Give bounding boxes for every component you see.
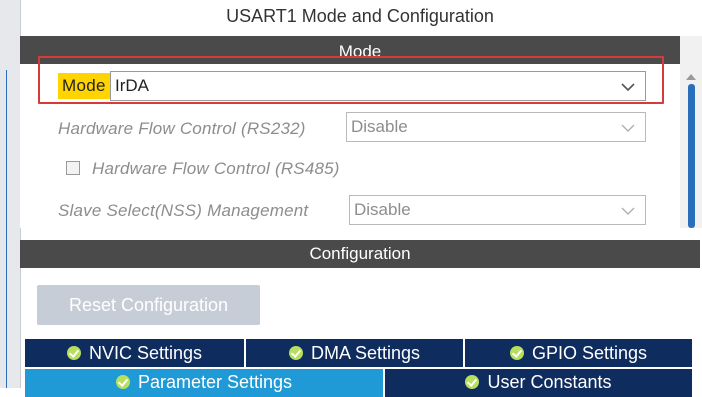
- slave-select-label: Slave Select(NSS) Management: [58, 201, 309, 220]
- check-circle-icon: [66, 346, 81, 360]
- left-panel-edge: [0, 0, 21, 388]
- hw-flow-rs232-value: Disable: [351, 117, 408, 136]
- mode-select-value: IrDA: [115, 76, 149, 95]
- chevron-down-icon[interactable]: [621, 80, 635, 94]
- check-circle-icon: [509, 346, 524, 360]
- mode-panel-scrollbar[interactable]: [680, 36, 702, 228]
- mode-label: Mode: [58, 73, 110, 99]
- hw-flow-rs485-checkbox[interactable]: [66, 161, 80, 175]
- tab-label: DMA Settings: [310, 343, 421, 363]
- tab-label: User Constants: [487, 372, 612, 392]
- tab-label: NVIC Settings: [88, 343, 203, 363]
- hw-flow-rs232-select[interactable]: Disable: [346, 112, 646, 142]
- tab-label: GPIO Settings: [531, 343, 648, 363]
- tab-dma-settings[interactable]: DMA Settings: [246, 339, 463, 367]
- configuration-section-header: Configuration: [20, 240, 700, 268]
- mode-row: Mode IrDA: [58, 70, 646, 102]
- check-circle-icon: [288, 346, 303, 360]
- tab-label: Parameter Settings: [137, 372, 293, 392]
- mode-select[interactable]: IrDA: [110, 71, 646, 101]
- slave-select-value: Disable: [354, 200, 411, 219]
- reset-configuration-button[interactable]: Reset Configuration: [37, 285, 260, 325]
- left-panel-accent-line: [6, 70, 7, 388]
- tab-gpio-settings[interactable]: GPIO Settings: [465, 339, 692, 367]
- hw-flow-rs232-label: Hardware Flow Control (RS232): [58, 119, 306, 138]
- chevron-down-icon[interactable]: [621, 121, 635, 135]
- configuration-section-title: Configuration: [309, 244, 411, 263]
- hw-flow-rs485-label: Hardware Flow Control (RS485): [92, 159, 340, 178]
- tab-nvic-settings[interactable]: NVIC Settings: [25, 339, 244, 367]
- slave-select-select[interactable]: Disable: [349, 195, 646, 225]
- check-circle-icon: [115, 375, 130, 389]
- tab-user-constants[interactable]: User Constants: [385, 369, 692, 397]
- tab-parameter-settings[interactable]: Parameter Settings: [25, 369, 383, 397]
- page-title: USART1 Mode and Configuration: [226, 6, 494, 26]
- chevron-down-icon[interactable]: [621, 204, 635, 218]
- scroll-up-icon[interactable]: [686, 74, 696, 80]
- scrollbar-thumb[interactable]: [688, 84, 695, 228]
- check-circle-icon: [465, 375, 480, 389]
